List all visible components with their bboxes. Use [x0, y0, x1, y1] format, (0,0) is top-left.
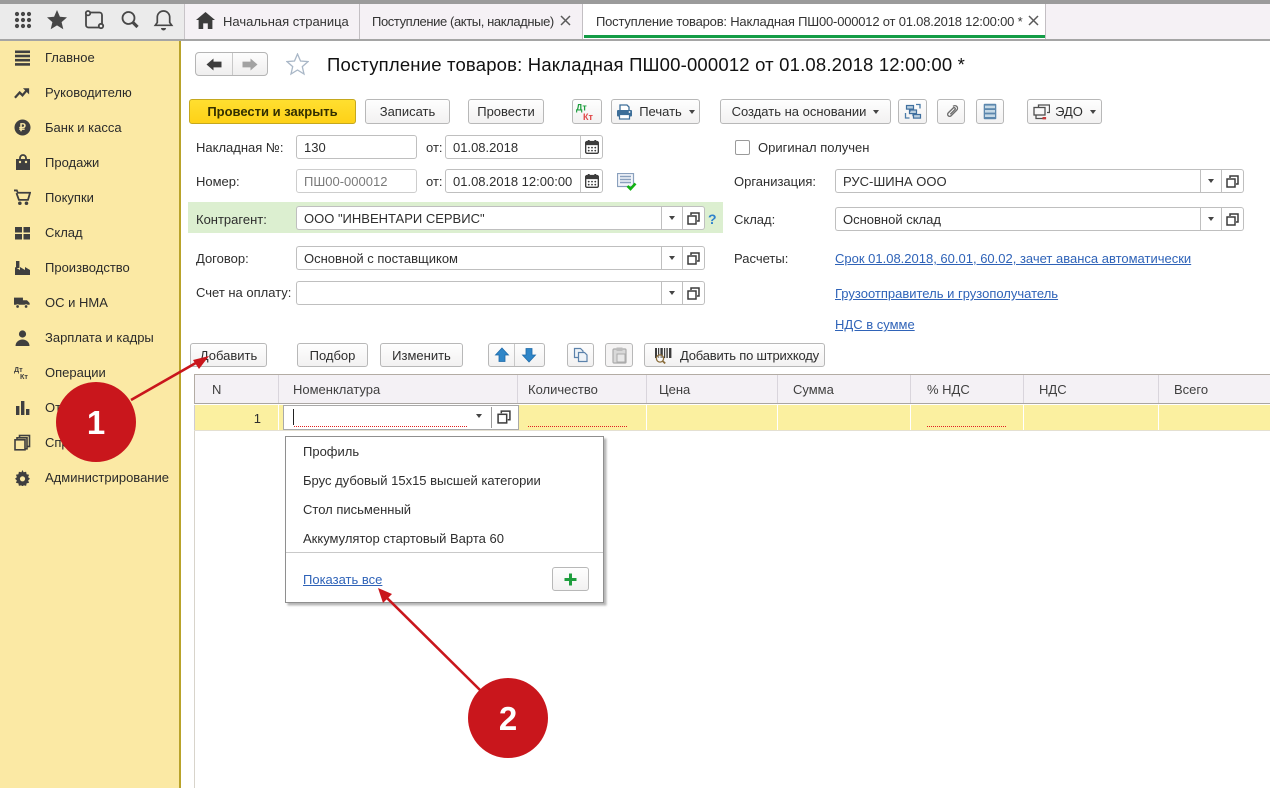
- svg-text:2: 2: [499, 700, 517, 737]
- svg-text:1: 1: [87, 404, 105, 441]
